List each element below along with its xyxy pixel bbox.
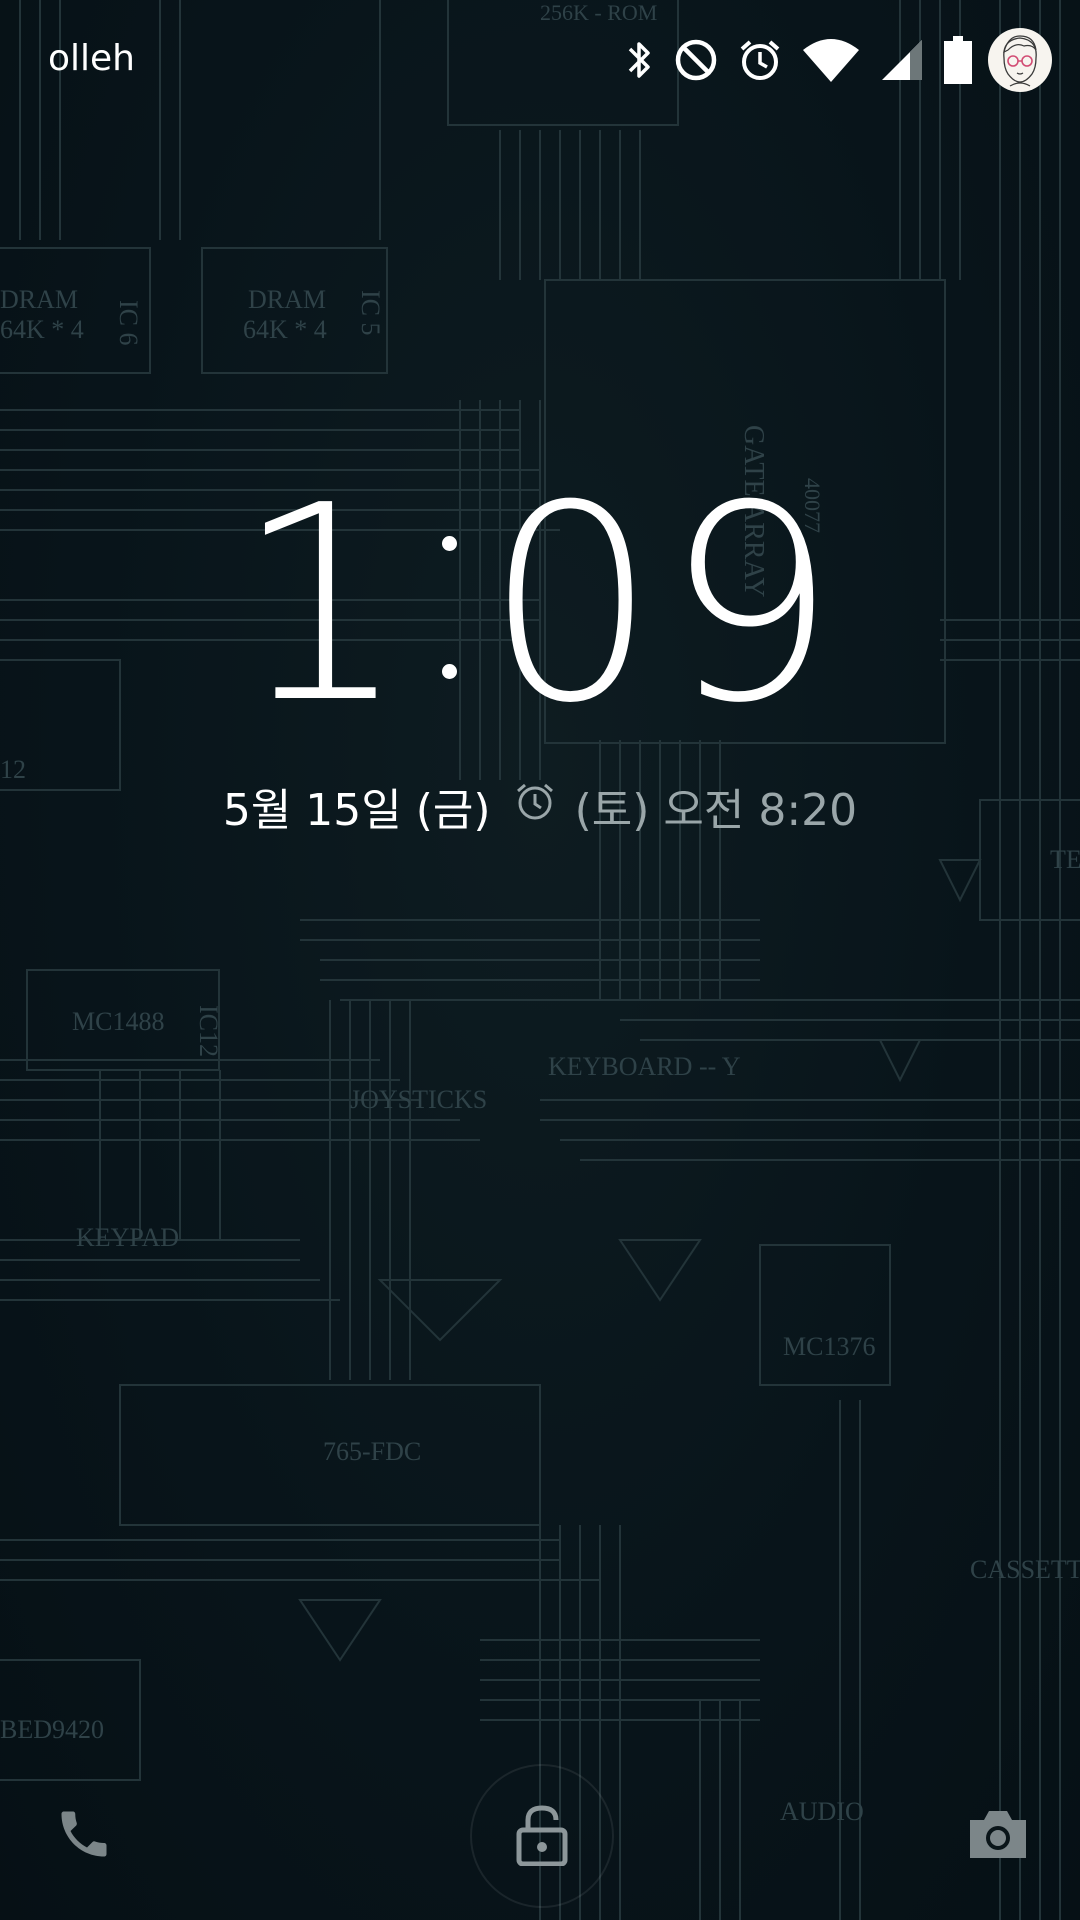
svg-text:AUDIO: AUDIO bbox=[780, 1797, 864, 1826]
lockscreen-date: 5월 15일 (금) bbox=[222, 785, 491, 836]
lockscreen-clock: 1 09 bbox=[0, 470, 1080, 740]
svg-text:IC 5: IC 5 bbox=[356, 290, 385, 336]
svg-text:MC1376: MC1376 bbox=[783, 1332, 875, 1361]
svg-text:IC 6: IC 6 bbox=[114, 300, 143, 346]
svg-text:64K * 4: 64K * 4 bbox=[0, 315, 84, 344]
unlock-icon bbox=[514, 1802, 570, 1870]
cell-signal-icon bbox=[880, 38, 924, 82]
alarm-icon bbox=[738, 37, 782, 83]
svg-text:TE: TE bbox=[1050, 845, 1080, 874]
do-not-disturb-icon bbox=[674, 38, 718, 82]
svg-text:DRAM: DRAM bbox=[0, 285, 78, 314]
clock-minutes: 09 bbox=[485, 447, 845, 762]
clock-colon bbox=[415, 470, 485, 740]
circuit-wallpaper: DRAM 64K * 4 DRAM 64K * 4 IC 6 IC 5 MC14… bbox=[0, 0, 1080, 1920]
svg-text:MC1488: MC1488 bbox=[72, 1007, 164, 1036]
svg-text:IC12: IC12 bbox=[194, 1005, 223, 1057]
phone-shortcut[interactable] bbox=[48, 1800, 120, 1872]
next-alarm-icon bbox=[513, 779, 575, 834]
phone-icon bbox=[54, 1804, 114, 1868]
svg-text:BED9420: BED9420 bbox=[0, 1715, 104, 1744]
status-icons bbox=[624, 34, 972, 86]
svg-text:64K * 4: 64K * 4 bbox=[243, 315, 327, 344]
status-bar: olleh bbox=[0, 0, 1080, 120]
next-alarm-text: (토) 오전 8:20 bbox=[574, 785, 858, 836]
svg-text:DRAM: DRAM bbox=[248, 285, 326, 314]
camera-shortcut[interactable] bbox=[958, 1800, 1038, 1872]
next-alarm: (토) 오전 8:20 bbox=[513, 774, 858, 838]
clock-hour: 1 bbox=[235, 447, 416, 762]
wifi-icon bbox=[802, 38, 860, 82]
carrier-name: olleh bbox=[48, 38, 135, 79]
lock-screen: DRAM 64K * 4 DRAM 64K * 4 IC 6 IC 5 MC14… bbox=[0, 0, 1080, 1920]
bluetooth-icon bbox=[624, 37, 654, 83]
svg-text:CASSETT: CASSETT bbox=[970, 1555, 1080, 1584]
svg-text:JOYSTICKS: JOYSTICKS bbox=[350, 1085, 487, 1114]
battery-icon bbox=[944, 36, 972, 84]
svg-text:765-FDC: 765-FDC bbox=[323, 1437, 421, 1466]
svg-text:KEYPAD: KEYPAD bbox=[76, 1223, 179, 1252]
date-and-alarm-row: 5월 15일 (금) (토) 오전 8:20 bbox=[0, 774, 1080, 838]
camera-icon bbox=[966, 1806, 1030, 1866]
user-avatar[interactable] bbox=[988, 28, 1052, 92]
svg-text:KEYBOARD -- Y: KEYBOARD -- Y bbox=[548, 1052, 741, 1081]
unlock-button[interactable] bbox=[470, 1764, 614, 1908]
